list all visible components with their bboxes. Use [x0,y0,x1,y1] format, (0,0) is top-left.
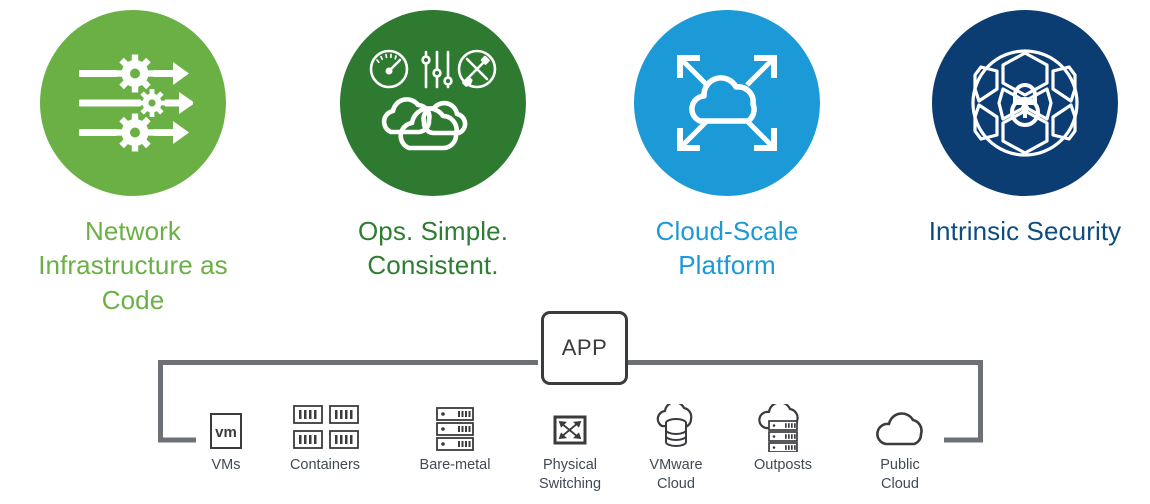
pillar-network-infrastructure-as-code[interactable]: Network Infrastructure as Code [0,10,268,317]
infra-item-vmware-cloud[interactable]: VMware Cloud [616,400,736,493]
infra-item-public-cloud[interactable]: Public Cloud [840,400,960,493]
pillar-ops-simple-consistent[interactable]: Ops. Simple. Consistent. [298,10,568,283]
pillar-label: Ops. Simple. Consistent. [357,216,509,281]
pillar-cloud-scale-platform[interactable]: Cloud-Scale Platform [592,10,862,283]
pillar-circle [340,10,526,196]
server-stack-icon [395,400,515,452]
app-box[interactable]: APP [541,311,628,385]
infra-label: Containers [289,457,361,473]
pillars-row: Network Infrastructure as Code Ops. Simp… [0,0,1150,330]
cloud-servers-icon [723,400,843,452]
containers-grid-icon [265,400,385,452]
cloud-outline-icon [840,400,960,452]
infra-item-bare-metal[interactable]: Bare-metal [395,400,515,475]
gauge-sliders-tools-clouds-icon [369,49,497,151]
infra-label: Physical Switching [538,457,602,492]
pillar-circle [932,10,1118,196]
infra-item-containers[interactable]: Containers [265,400,385,475]
infra-label: Outposts [753,457,813,473]
pillar-circle [634,10,820,196]
infra-label: VMware Cloud [649,457,703,492]
infra-item-outposts[interactable]: Outposts [723,400,843,475]
infra-label: Bare-metal [419,457,491,473]
infrastructure-row: vm VMs Containers Bare-metal Physical Sw… [0,400,1150,504]
cloud-expand-arrows-icon [677,55,777,151]
pillar-circle [40,10,226,196]
cloud-database-icon [616,400,736,452]
infra-item-physical-switching[interactable]: Physical Switching [510,400,630,493]
app-box-label: APP [561,335,608,360]
svg-text:vm: vm [215,424,237,441]
switch-crossbar-icon [510,400,630,452]
pillar-label: Cloud-Scale Platform [655,216,799,281]
pillar-intrinsic-security[interactable]: Intrinsic Security [880,10,1150,248]
infra-label: Public Cloud [880,457,920,492]
honeycomb-sphere-lock-icon [971,49,1079,157]
gears-pipeline-arrows-icon [79,54,193,152]
pillar-label: Intrinsic Security [928,216,1122,246]
